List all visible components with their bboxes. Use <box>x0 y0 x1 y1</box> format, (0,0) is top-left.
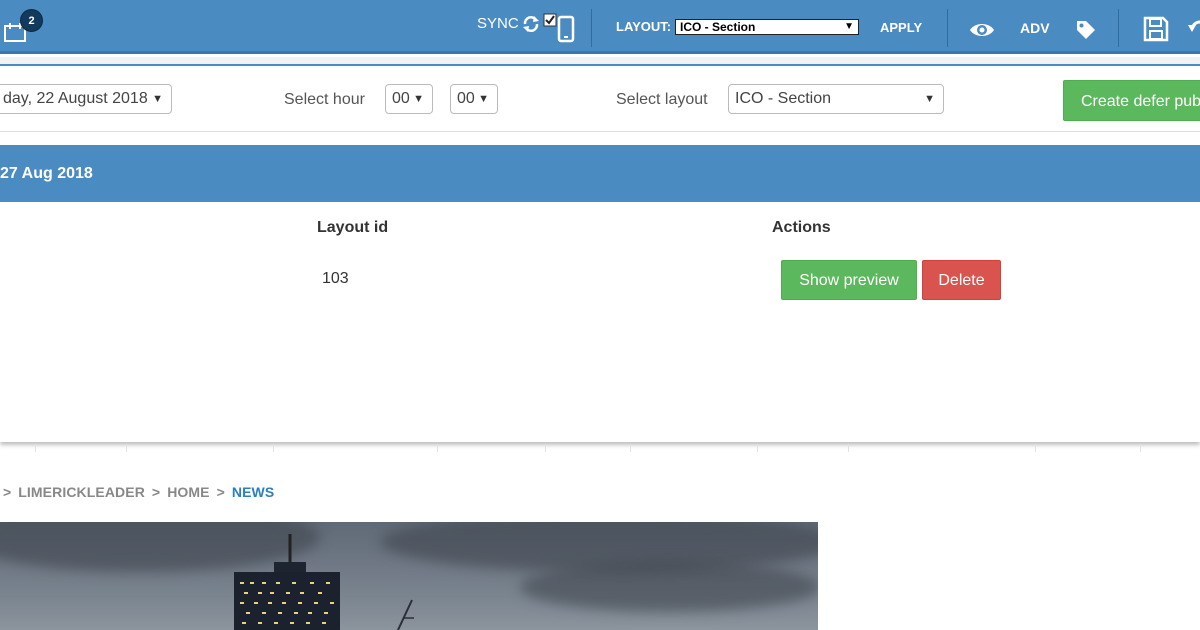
column-header-layout-id: Layout id <box>317 219 389 236</box>
chevron-down-icon: ▼ <box>924 93 935 105</box>
sync-label: SYNC <box>477 15 519 32</box>
notification-badge: 2 <box>20 9 43 32</box>
breadcrumb-separator: > <box>3 484 12 500</box>
layout-select-label: Select layout <box>616 91 708 108</box>
hour-label: Select hour <box>284 91 365 108</box>
date-value: day, 22 August 2018 <box>3 90 148 107</box>
checkbox-icon[interactable] <box>543 13 557 27</box>
breadcrumb-item-news[interactable]: NEWS <box>232 484 274 500</box>
tag-icon[interactable] <box>1076 20 1096 40</box>
group-date-header: 27 Aug 2018 <box>0 145 1200 202</box>
layout-label: LAYOUT: <box>616 19 672 34</box>
adv-button[interactable]: ADV <box>1020 20 1050 36</box>
breadcrumb: > LIMERICKLEADER > HOME > NEWS <box>0 484 274 500</box>
sync-button[interactable]: SYNC <box>477 15 519 32</box>
apply-button[interactable]: APPLY <box>880 20 922 35</box>
show-preview-button[interactable]: Show preview <box>781 260 917 300</box>
create-defer-button[interactable]: Create defer pub <box>1063 80 1200 121</box>
date-select[interactable]: day, 22 August 2018 ▼ <box>0 84 172 114</box>
hour-select[interactable]: 00 ▼ <box>385 84 433 114</box>
page-grid-lines <box>0 444 1200 452</box>
layout-id-cell: 103 <box>322 270 349 287</box>
toolbar-strip <box>0 57 1200 66</box>
sync-icon[interactable] <box>522 15 540 33</box>
hour-value: 00 <box>392 90 410 107</box>
defer-panel: day, 22 August 2018 ▼ Select hour 00 ▼ 0… <box>0 68 1200 442</box>
chevron-down-icon: ▼ <box>413 93 424 105</box>
layout-select[interactable]: ICO - Section ▼ <box>728 84 944 114</box>
chevron-down-icon: ▼ <box>152 93 163 105</box>
dropdown-arrow-icon: ▼ <box>844 21 854 32</box>
toolbar-separator <box>947 9 948 47</box>
top-toolbar: 2 SYNC LAYOUT: ICO - Section ▼ APPLY ADV <box>0 0 1200 54</box>
defer-controls: day, 22 August 2018 ▼ Select hour 00 ▼ 0… <box>0 68 1200 132</box>
breadcrumb-item-home[interactable]: HOME <box>167 484 209 500</box>
delete-button[interactable]: Delete <box>922 260 1001 300</box>
column-header-actions: Actions <box>772 219 831 236</box>
eye-icon[interactable] <box>969 21 995 39</box>
article-hero-image <box>0 522 818 630</box>
chevron-down-icon: ▼ <box>478 93 489 105</box>
minute-value: 00 <box>457 90 475 107</box>
breadcrumb-separator: > <box>216 484 225 500</box>
save-icon[interactable] <box>1143 16 1169 42</box>
breadcrumb-item-limerickleader[interactable]: LIMERICKLEADER <box>18 484 145 500</box>
toolbar-separator <box>591 9 592 47</box>
undo-icon[interactable] <box>1188 16 1200 42</box>
minute-select[interactable]: 00 ▼ <box>450 84 498 114</box>
mobile-icon[interactable] <box>557 15 575 43</box>
toolbar-layout-value: ICO - Section <box>680 20 756 34</box>
toolbar-separator <box>1118 9 1119 47</box>
layout-select-value: ICO - Section <box>735 90 832 107</box>
toolbar-layout-select[interactable]: ICO - Section ▼ <box>675 19 859 35</box>
skyline-illustration <box>234 534 414 630</box>
breadcrumb-separator: > <box>151 484 161 500</box>
